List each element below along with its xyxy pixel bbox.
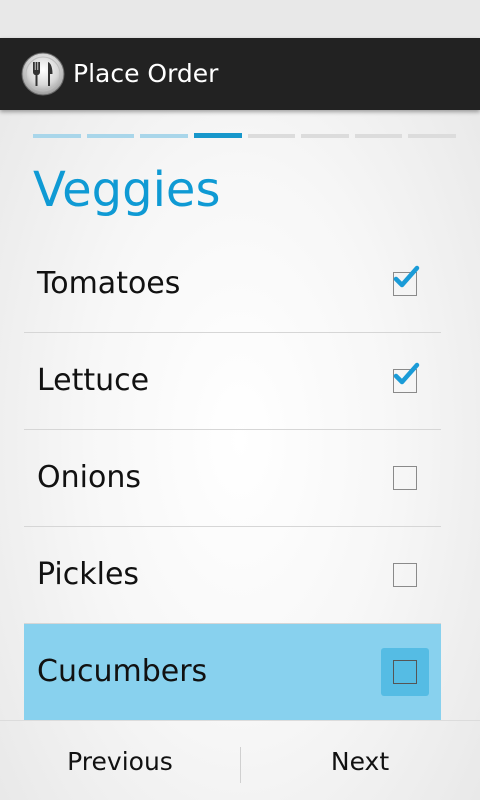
progress-segment: [354, 134, 403, 138]
previous-button[interactable]: Previous: [0, 721, 240, 800]
list-item-cucumbers[interactable]: Cucumbers: [24, 624, 441, 721]
action-bar: [0, 38, 480, 110]
progress-segment: [140, 134, 188, 138]
checkmark-icon: [393, 362, 420, 385]
checkbox-box: [393, 660, 417, 684]
progress-segment: [247, 134, 296, 138]
checkbox-box: [393, 563, 417, 587]
status-bar: [0, 0, 480, 38]
list-item-label: Pickles: [37, 557, 140, 592]
action-bar-title: Place Order: [73, 59, 219, 88]
list-item-lettuce[interactable]: Lettuce: [24, 333, 441, 430]
pickles-checkbox[interactable]: [381, 551, 429, 599]
checkmark-icon: [393, 265, 420, 288]
list-item-onions[interactable]: Onions: [24, 430, 441, 527]
list-item-label: Tomatoes: [37, 266, 181, 301]
lettuce-checkbox[interactable]: [381, 357, 429, 405]
progress-segment: [33, 134, 81, 138]
fork-knife-icon[interactable]: [21, 52, 65, 96]
cucumbers-checkbox[interactable]: [381, 648, 429, 696]
list-item-label: Onions: [37, 460, 141, 495]
checkbox-box: [393, 466, 417, 490]
tomatoes-checkbox[interactable]: [381, 260, 429, 308]
list-item-label: Lettuce: [37, 363, 150, 398]
bottom-navigation-bar: Previous Next: [0, 720, 480, 800]
progress-segment-current: [193, 133, 242, 138]
list-item-pickles[interactable]: Pickles: [24, 527, 441, 624]
list-item-tomatoes[interactable]: Tomatoes: [24, 236, 441, 333]
list-item-label: Cucumbers: [37, 654, 208, 689]
step-progress-indicator: [33, 133, 456, 139]
progress-segment: [408, 134, 456, 138]
next-button[interactable]: Next: [240, 721, 480, 800]
veggie-list: Tomatoes Lettuce Onions Pickles Cucumber…: [24, 236, 441, 721]
progress-segment: [301, 134, 349, 138]
onions-checkbox[interactable]: [381, 454, 429, 502]
page-title: Veggies: [33, 162, 221, 218]
progress-segment: [86, 134, 135, 138]
